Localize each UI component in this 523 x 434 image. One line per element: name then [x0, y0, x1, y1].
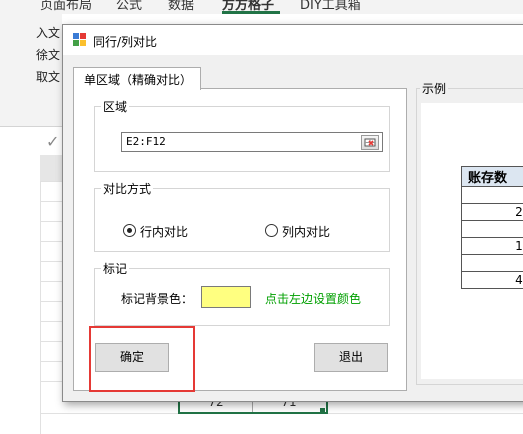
radio-label: 列内对比	[282, 225, 331, 239]
ribbon-tab-data[interactable]: 数据	[168, 0, 194, 13]
column-header-strip	[40, 155, 62, 182]
app-grid-icon	[73, 33, 87, 47]
fill-handle[interactable]	[320, 408, 325, 413]
range-select-button[interactable]	[361, 135, 379, 150]
color-hint-text: 点击左边设置颜色	[265, 292, 362, 306]
example-table: 账存数 33 290 30 118 93 408	[461, 166, 523, 289]
tab-label: 单区域（精确对比）	[84, 73, 193, 87]
ribbon-tab-page-layout[interactable]: 页面布局	[40, 0, 92, 13]
highlight-annotation-box	[89, 326, 195, 392]
example-header: 账存数	[461, 166, 523, 187]
range-select-icon	[364, 138, 376, 147]
compare-dialog: 同行/列对比 单区域（精确对比） 区域 E2:F12 对比方式 行内对比 列内对…	[62, 24, 523, 402]
ribbon-item-2[interactable]: 徐文	[36, 46, 60, 63]
radio-dot	[127, 228, 132, 233]
mark-bg-label: 标记背景色：	[121, 292, 194, 306]
example-cell: 290	[461, 203, 523, 221]
example-cell: 33	[461, 186, 523, 204]
mark-group: 标记 标记背景色： 点击左边设置颜色	[94, 260, 390, 326]
ribbon-tab-formulas[interactable]: 公式	[116, 0, 142, 13]
compare-mode-title: 对比方式	[101, 180, 154, 197]
mark-group-title: 标记	[101, 260, 130, 277]
example-preview: 账存数 33 290 30 118 93 408	[421, 103, 523, 379]
range-group-title: 区域	[101, 98, 130, 115]
example-cell: 118	[461, 237, 523, 255]
ribbon-item-3[interactable]: 取文	[36, 68, 60, 85]
enter-check-icon[interactable]: ✓	[46, 132, 59, 151]
range-input[interactable]: E2:F12	[121, 132, 383, 152]
example-title: 示例	[420, 80, 449, 97]
tab-single-range[interactable]: 单区域（精确对比）	[73, 67, 201, 90]
range-input-value: E2:F12	[126, 135, 166, 148]
exit-button[interactable]: 退出	[314, 343, 388, 372]
ribbon-tab-bar: 页面布局 公式 数据 方方格子 DIY工具箱	[0, 0, 523, 14]
example-cell: 30	[461, 220, 523, 238]
ribbon-body: 入文 徐文 取文	[0, 14, 62, 127]
range-group: 区域 E2:F12	[94, 98, 390, 172]
ribbon-item-1[interactable]: 入文	[36, 24, 60, 41]
bg-color-swatch[interactable]	[201, 286, 251, 308]
example-cell: 408	[461, 271, 523, 289]
example-group: 示例 账存数 33 290 30 118 93 408	[416, 80, 523, 385]
gridline	[40, 181, 41, 434]
compare-mode-group: 对比方式 行内对比 列内对比	[94, 180, 390, 252]
dialog-titlebar[interactable]: 同行/列对比	[63, 25, 523, 55]
active-tab-underline	[222, 11, 280, 14]
radio-circle[interactable]	[265, 224, 278, 237]
radio-label: 行内对比	[140, 225, 189, 239]
dialog-title: 同行/列对比	[93, 35, 158, 49]
example-cell: 93	[461, 254, 523, 272]
radio-circle[interactable]	[123, 224, 136, 237]
ribbon-tab-diy[interactable]: DIY工具箱	[300, 0, 361, 13]
